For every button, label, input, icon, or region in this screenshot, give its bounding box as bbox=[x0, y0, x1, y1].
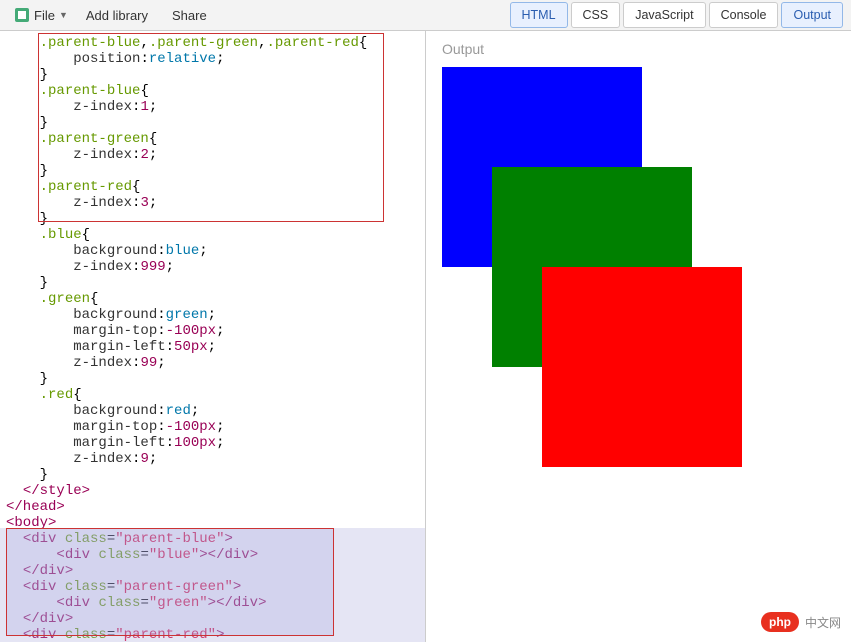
code-line: z-index:2; bbox=[6, 147, 425, 163]
parent-red bbox=[442, 267, 851, 467]
editor-pane[interactable]: .parent-blue,.parent-green,.parent-red{ … bbox=[0, 31, 426, 642]
code-line: } bbox=[6, 275, 425, 291]
code-line: <div class="parent-green"> bbox=[6, 579, 425, 595]
add-library-button[interactable]: Add library bbox=[74, 4, 160, 27]
code-line: } bbox=[6, 67, 425, 83]
code-line: .red{ bbox=[6, 387, 425, 403]
chevron-down-icon: ▼ bbox=[59, 10, 68, 20]
code-line: margin-top:-100px; bbox=[6, 323, 425, 339]
code-line: .parent-blue{ bbox=[6, 83, 425, 99]
code-line: </div> bbox=[6, 563, 425, 579]
code-line: .parent-green{ bbox=[6, 131, 425, 147]
output-pane: Output php 中文网 bbox=[426, 31, 851, 642]
code-line: margin-top:-100px; bbox=[6, 419, 425, 435]
code-line: <body> bbox=[6, 515, 425, 531]
code-line: <div class="parent-blue"> bbox=[6, 531, 425, 547]
share-button[interactable]: Share bbox=[160, 4, 219, 27]
code-line: } bbox=[6, 211, 425, 227]
tab-javascript[interactable]: JavaScript bbox=[623, 2, 705, 28]
tab-css[interactable]: CSS bbox=[571, 2, 621, 28]
code-editor[interactable]: .parent-blue,.parent-green,.parent-red{ … bbox=[0, 31, 425, 642]
tab-html[interactable]: HTML bbox=[510, 2, 568, 28]
code-line: <div class="parent-red"> bbox=[6, 627, 425, 642]
code-line: </head> bbox=[6, 499, 425, 515]
watermark-badge: php bbox=[761, 612, 799, 632]
code-line: z-index:999; bbox=[6, 259, 425, 275]
code-line: margin-left:50px; bbox=[6, 339, 425, 355]
code-line: .parent-red{ bbox=[6, 179, 425, 195]
code-line: position:relative; bbox=[6, 51, 425, 67]
code-line: <div class="blue"></div> bbox=[6, 547, 425, 563]
code-line: </div> bbox=[6, 611, 425, 627]
red-square bbox=[542, 267, 742, 467]
code-line: margin-left:100px; bbox=[6, 435, 425, 451]
main: .parent-blue,.parent-green,.parent-red{ … bbox=[0, 31, 851, 642]
code-line: background:green; bbox=[6, 307, 425, 323]
watermark-text: 中文网 bbox=[805, 614, 841, 631]
file-menu[interactable]: File ▼ bbox=[8, 3, 74, 27]
code-line: z-index:1; bbox=[6, 99, 425, 115]
code-line: background:blue; bbox=[6, 243, 425, 259]
file-label: File bbox=[34, 8, 55, 23]
code-line: .parent-blue,.parent-green,.parent-red{ bbox=[6, 35, 425, 51]
code-line: .blue{ bbox=[6, 227, 425, 243]
toolbar: File ▼ Add library Share HTML CSS JavaSc… bbox=[0, 0, 851, 31]
code-line: z-index:3; bbox=[6, 195, 425, 211]
code-line: } bbox=[6, 163, 425, 179]
tab-console[interactable]: Console bbox=[709, 2, 779, 28]
output-canvas bbox=[442, 67, 851, 467]
code-line: .green{ bbox=[6, 291, 425, 307]
toolbar-right: HTML CSS JavaScript Console Output bbox=[507, 2, 844, 28]
code-line: </style> bbox=[6, 483, 425, 499]
code-line: z-index:99; bbox=[6, 355, 425, 371]
watermark: php 中文网 bbox=[761, 612, 841, 632]
code-line: } bbox=[6, 115, 425, 131]
code-line: <div class="green"></div> bbox=[6, 595, 425, 611]
code-line: z-index:9; bbox=[6, 451, 425, 467]
toolbar-left: File ▼ Add library Share bbox=[8, 3, 219, 27]
code-line: } bbox=[6, 371, 425, 387]
code-line: background:red; bbox=[6, 403, 425, 419]
tab-output[interactable]: Output bbox=[781, 2, 843, 28]
code-line: } bbox=[6, 467, 425, 483]
output-header: Output bbox=[426, 31, 851, 67]
jsbin-icon bbox=[14, 7, 30, 23]
